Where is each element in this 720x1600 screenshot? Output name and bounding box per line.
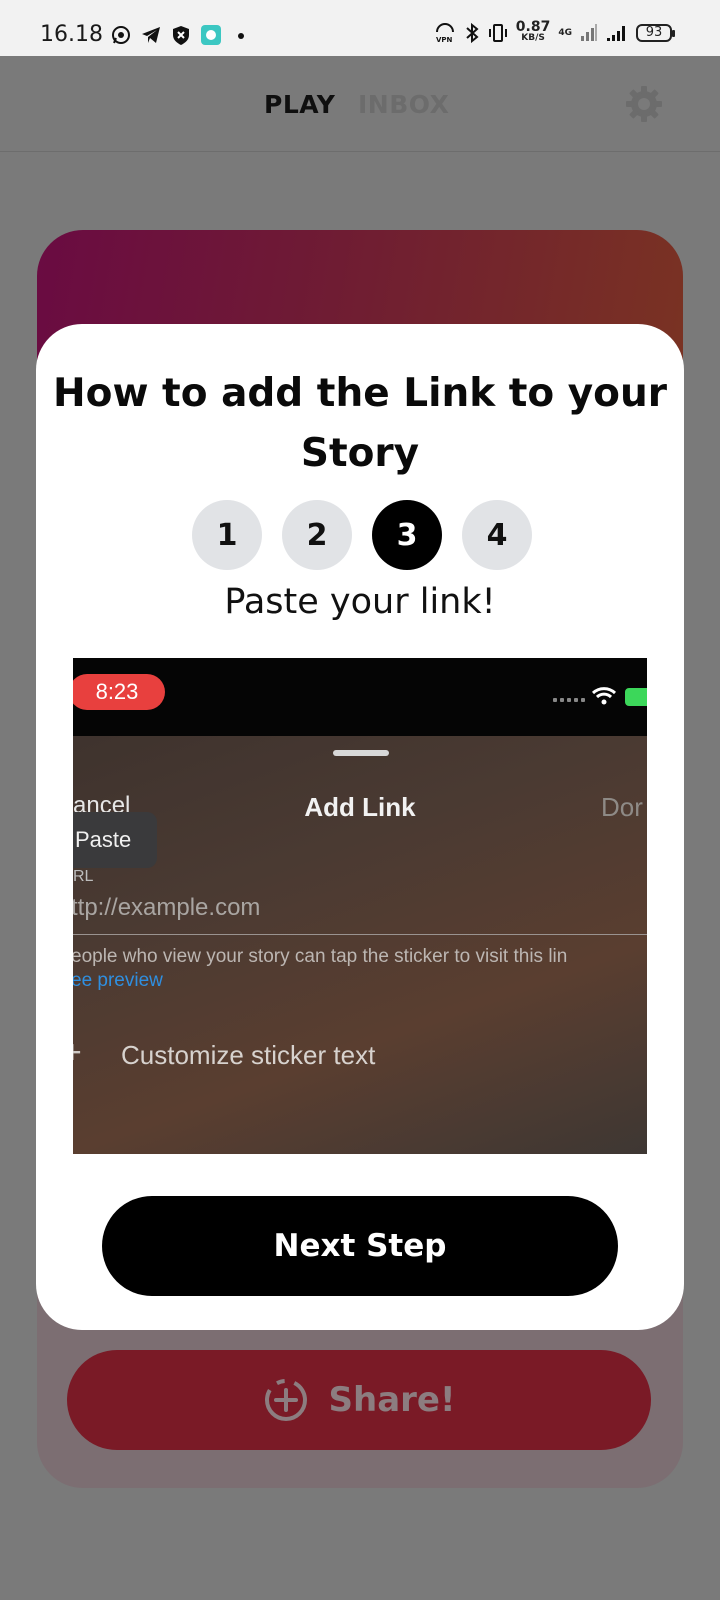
preview-paste-popup: Paste <box>73 812 157 868</box>
more-dot-icon <box>238 33 244 39</box>
modal-title: How to add the Link to your Story <box>53 371 667 476</box>
preview-url-label: RL <box>73 868 94 885</box>
next-step-button[interactable]: Next Step <box>102 1196 618 1296</box>
notification-icons <box>110 24 252 46</box>
network-speed: 0.87 KB/S <box>515 19 551 44</box>
preview-divider <box>73 934 647 935</box>
share-button[interactable]: Share! <box>67 1350 651 1450</box>
gear-icon[interactable] <box>624 84 664 124</box>
telegram-icon <box>142 27 160 43</box>
preview-status-bar: 8:23 <box>73 658 647 736</box>
shield-icon <box>173 26 189 45</box>
preview-see-preview-link: ee preview <box>73 970 163 991</box>
tutorial-screenshot: 8:23 ancel Add Link Dor Paste RL ttp://e… <box>73 658 647 1154</box>
tab-play[interactable]: PLAY <box>264 90 335 119</box>
preview-signal-icon <box>553 698 585 702</box>
network-type: 4G <box>558 28 572 38</box>
preview-customize-text: Customize sticker text <box>121 1040 376 1070</box>
preview-url-field: ttp://example.com <box>73 894 261 921</box>
sheet-handle <box>333 750 389 756</box>
preview-done: Dor <box>601 792 643 822</box>
tab-inbox[interactable]: INBOX <box>358 90 449 119</box>
vibrate-icon <box>488 24 507 42</box>
step-2[interactable]: 2 <box>282 500 352 570</box>
bluetooth-icon <box>466 22 479 44</box>
preview-time: 8:23 <box>73 674 165 710</box>
whatsapp-icon <box>112 26 130 44</box>
preview-note: eople who view your story can tap the st… <box>73 946 568 967</box>
preview-battery-icon <box>625 688 647 706</box>
add-story-icon <box>264 1379 307 1421</box>
wifi-icon <box>591 687 617 705</box>
status-time: 16.18 <box>40 22 103 47</box>
preview-title: Add Link <box>304 792 416 822</box>
app-header: PLAY INBOX <box>0 56 720 152</box>
share-label: Share! <box>328 1380 456 1420</box>
signal-icon <box>581 24 597 41</box>
how-to-modal: How to add the Link to your Story 1 2 3 … <box>36 324 684 1330</box>
battery-icon: 93 <box>636 24 675 42</box>
system-icons: VPN 0.87 KB/S 4G 93 <box>434 19 675 44</box>
status-bar: 16.18 VPN 0.87 KB/S 4G 93 <box>0 0 720 56</box>
step-1[interactable]: 1 <box>192 500 262 570</box>
svg-text:VPN: VPN <box>436 36 453 44</box>
chat-app-icon <box>201 25 221 45</box>
signal-2-icon <box>607 26 625 41</box>
step-4[interactable]: 4 <box>462 500 532 570</box>
step-caption: Paste your link! <box>224 582 496 622</box>
speed-value: 0.87 <box>515 19 551 35</box>
step-indicator: 1 2 3 4 <box>192 500 532 570</box>
vpn-icon: VPN <box>436 23 454 44</box>
plus-icon: + <box>73 1034 82 1071</box>
step-3[interactable]: 3 <box>372 500 442 570</box>
